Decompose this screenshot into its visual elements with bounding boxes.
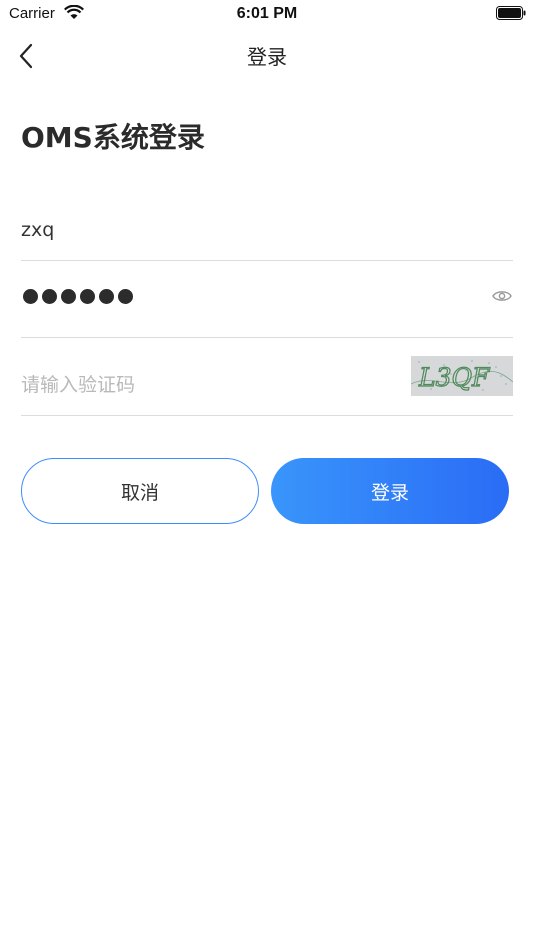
status-time: 6:01 PM (236, 5, 298, 22)
password-dot (99, 289, 114, 304)
nav-title: 登录 (247, 45, 287, 69)
login-button-label: 登录 (370, 481, 409, 504)
captcha-field: L3QF (21, 355, 513, 416)
password-dot (23, 289, 38, 304)
cancel-button-label: 取消 (120, 481, 159, 504)
cancel-button[interactable]: 取消 (21, 458, 259, 524)
password-dot (42, 289, 57, 304)
password-input[interactable] (23, 289, 133, 304)
password-dot (61, 289, 76, 304)
login-button[interactable]: 登录 (271, 458, 509, 524)
nav-bar: 登录 (0, 28, 534, 80)
eye-icon[interactable] (492, 289, 512, 303)
captcha-image[interactable]: L3QF (411, 356, 513, 396)
password-dot (80, 289, 95, 304)
username-field (21, 200, 513, 261)
captcha-input[interactable] (21, 365, 401, 405)
page-title: OMS系统登录 (21, 121, 205, 154)
status-bar: Carrier 6:01 PM (0, 0, 534, 28)
password-field (21, 277, 513, 338)
battery-icon (496, 6, 526, 20)
username-input[interactable] (21, 210, 401, 250)
captcha-text: L3QF (418, 363, 491, 392)
password-dot (118, 289, 133, 304)
